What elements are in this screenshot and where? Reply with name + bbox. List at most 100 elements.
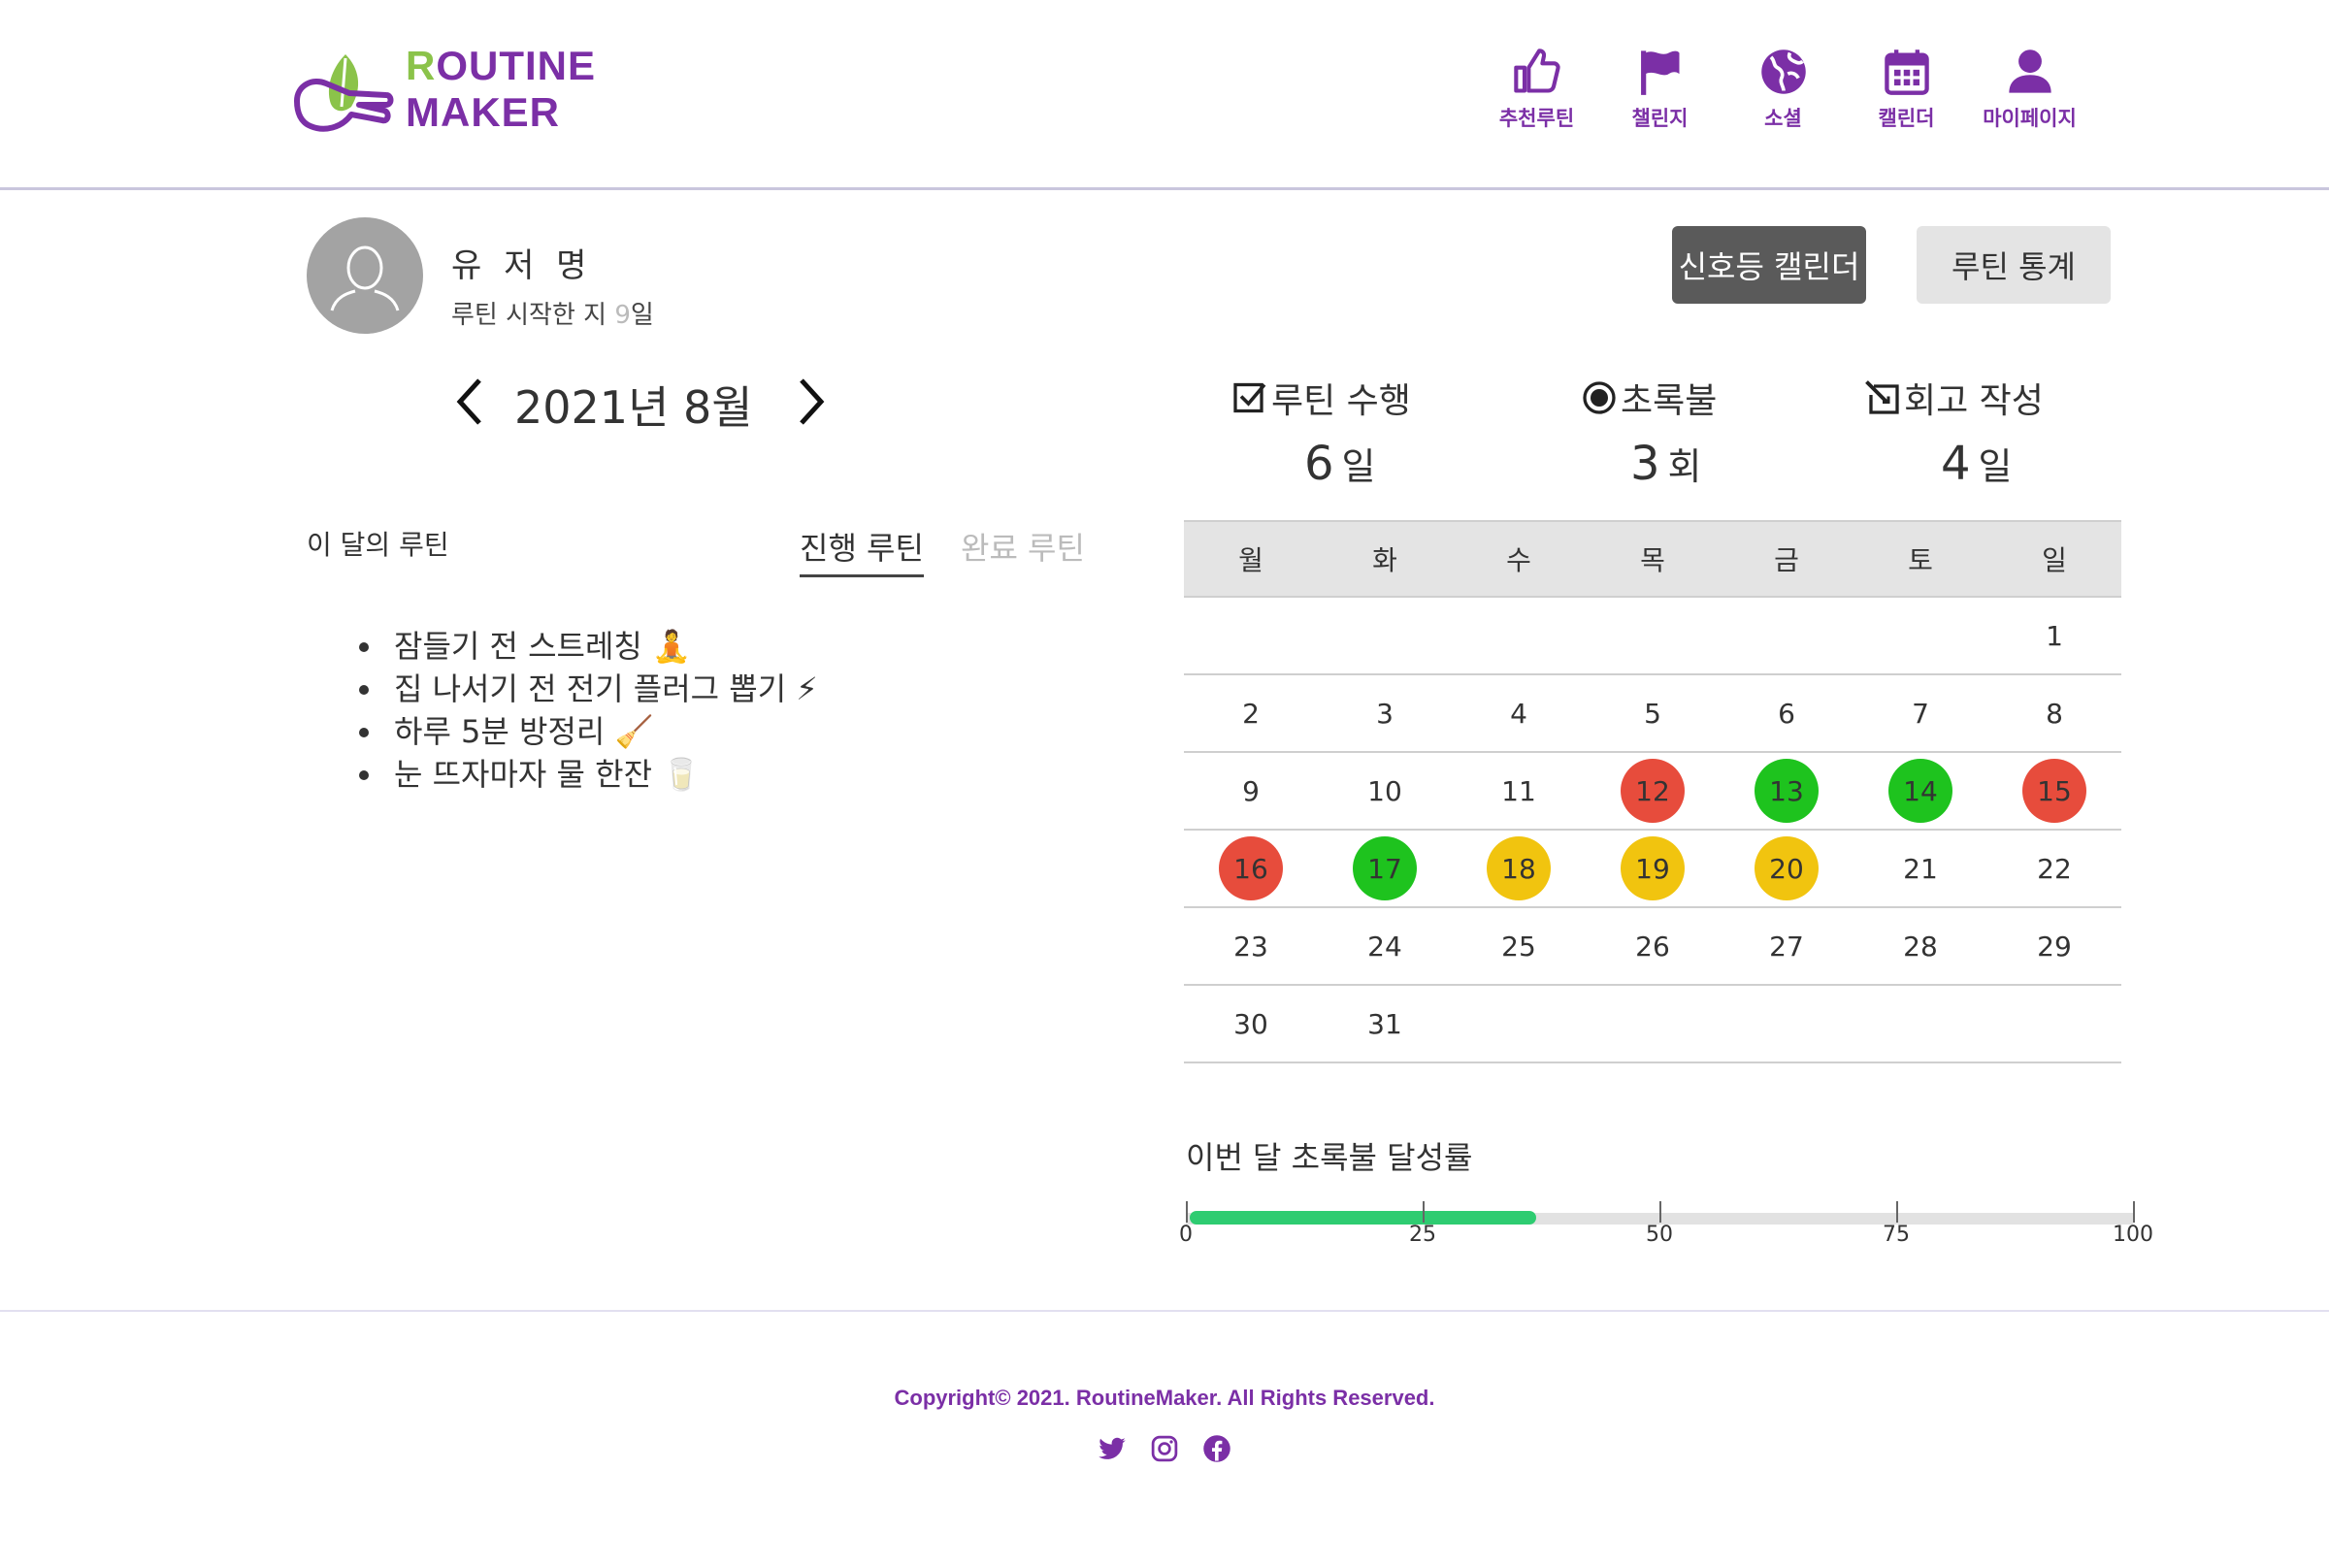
calendar-day	[1487, 992, 1551, 1056]
calendar-day-cell[interactable]: 26	[1586, 908, 1720, 984]
calendar-day-cell[interactable]: 30	[1184, 986, 1318, 1062]
calendar-day-cell[interactable]: 1	[1987, 598, 2121, 673]
calendar-day: 22	[2037, 852, 2072, 885]
calendar-day-cell[interactable]: 2	[1184, 675, 1318, 751]
calendar-day: 10	[1367, 774, 1402, 807]
calendar-day: 7	[1912, 697, 1929, 730]
calendar-day-cell[interactable]: 28	[1853, 908, 1987, 984]
list-item[interactable]: 눈 뜨자마자 물 한잔 🥛	[359, 753, 818, 796]
user-name: 유 저 명	[451, 246, 593, 285]
social-links	[0, 1434, 2329, 1463]
routine-maker-logo[interactable]: ROUTINE MAKER	[291, 43, 595, 140]
next-month-button[interactable]	[792, 375, 831, 429]
routine-since-suffix: 일	[630, 301, 654, 330]
calendar-day-green-light: 13	[1755, 759, 1819, 823]
edit-icon	[1865, 380, 1899, 414]
calendar-day-red-light: 15	[2022, 759, 2086, 823]
calendar-day-cell[interactable]: 12	[1586, 753, 1720, 829]
user-silhouette-icon	[330, 245, 400, 311]
calendar-day	[1888, 604, 1952, 668]
calendar-day-cell[interactable]: 21	[1853, 831, 1987, 906]
nav-social[interactable]: 소셜	[1722, 47, 1845, 132]
logo-letter-r: R	[406, 43, 437, 88]
calendar-day-cell[interactable]: 18	[1452, 831, 1586, 906]
nav-calendar[interactable]: 캘린더	[1845, 47, 1968, 132]
twitter-icon[interactable]	[1098, 1434, 1127, 1463]
calendar-day-cell[interactable]: 22	[1987, 831, 2121, 906]
calendar-day: 21	[1903, 852, 1938, 885]
calendar-day-green-light: 17	[1353, 836, 1417, 900]
calendar-day	[1755, 992, 1819, 1056]
calendar-day-cell[interactable]: 17	[1318, 831, 1452, 906]
calendar-day-cell[interactable]: 8	[1987, 675, 2121, 751]
nav-challenge[interactable]: 챌린지	[1598, 47, 1722, 132]
calendar-day-cell[interactable]: 29	[1987, 908, 2121, 984]
nav-mypage[interactable]: 마이페이지	[1968, 47, 2091, 132]
calendar-day-cell[interactable]: 24	[1318, 908, 1452, 984]
routine-list: 잠들기 전 스트레칭 🧘 집 나서기 전 전기 플러그 뽑기 ⚡ 하루 5분 방…	[359, 625, 818, 796]
progress-tick-label: 100	[2113, 1223, 2153, 1247]
logo-text: ROUTINE MAKER	[406, 43, 596, 136]
header: ROUTINE MAKER 추천루틴 챌린지 소셜 캘린더 마이페이지	[0, 0, 2329, 190]
calendar-day: 4	[1510, 697, 1527, 730]
stat-label: 초록불	[1621, 381, 1718, 421]
calendar-day-cell[interactable]: 10	[1318, 753, 1452, 829]
calendar-day-cell[interactable]: 4	[1452, 675, 1586, 751]
calendar-day-cell[interactable]: 11	[1452, 753, 1586, 829]
progress-tick	[1659, 1201, 1661, 1223]
calendar-day-cell[interactable]: 31	[1318, 986, 1452, 1062]
calendar-day-cell[interactable]: 14	[1853, 753, 1987, 829]
calendar-day-cell[interactable]: 6	[1720, 675, 1853, 751]
progress-tick	[1186, 1201, 1188, 1223]
tab-in-progress[interactable]: 진행 루틴	[800, 524, 924, 577]
tab-completed[interactable]: 완료 루틴	[961, 524, 1085, 574]
calendar-day-cell[interactable]: 3	[1318, 675, 1452, 751]
calendar-day-cell	[1586, 598, 1720, 673]
calendar-day-cell[interactable]: 20	[1720, 831, 1853, 906]
calendar-day: 25	[1501, 930, 1536, 963]
prev-month-button[interactable]	[450, 375, 489, 429]
calendar-day-cell[interactable]: 13	[1720, 753, 1853, 829]
calendar-day-cell	[1853, 986, 1987, 1062]
calendar-day-cell[interactable]: 25	[1452, 908, 1586, 984]
calendar-day-cell[interactable]: 16	[1184, 831, 1318, 906]
calendar-day-cell[interactable]: 9	[1184, 753, 1318, 829]
calendar-day-cell	[1452, 986, 1586, 1062]
copyright: Copyright© 2021. RoutineMaker. All Right…	[894, 1386, 1435, 1410]
calendar-day-cell[interactable]: 5	[1586, 675, 1720, 751]
calendar-day: 3	[1376, 697, 1394, 730]
calendar-day: 1	[2046, 619, 2063, 652]
calendar-day-cell	[1987, 986, 2121, 1062]
weekday-label: 목	[1640, 544, 1665, 576]
calendar-day-cell[interactable]: 23	[1184, 908, 1318, 984]
list-item[interactable]: 집 나서기 전 전기 플러그 뽑기 ⚡	[359, 668, 818, 710]
nav-label: 캘린더	[1878, 107, 1935, 130]
list-item[interactable]: 잠들기 전 스트레칭 🧘	[359, 625, 818, 668]
calendar-day-cell[interactable]: 15	[1987, 753, 2121, 829]
chevron-left-icon	[456, 378, 481, 425]
globe-icon	[1760, 49, 1806, 94]
nav-label: 추천루틴	[1498, 107, 1575, 130]
calendar-day	[1621, 604, 1685, 668]
instagram-icon[interactable]	[1150, 1434, 1179, 1463]
weekday-label: 화	[1372, 544, 1397, 576]
calendar-day	[1487, 604, 1551, 668]
calendar-day	[2022, 992, 2086, 1056]
calendar-day-yellow-light: 19	[1621, 836, 1685, 900]
calendar-day-cell[interactable]: 7	[1853, 675, 1987, 751]
calendar-day-cell[interactable]: 19	[1586, 831, 1720, 906]
stat-unit: 일	[1978, 445, 2013, 488]
avatar[interactable]	[307, 217, 423, 334]
calendar-day	[1888, 992, 1952, 1056]
facebook-icon[interactable]	[1202, 1434, 1231, 1463]
green-light-progress-bar: 0 25 50 75 100	[1179, 1199, 2153, 1258]
routine-stats-button[interactable]: 루틴 통계	[1917, 226, 2111, 304]
nav-recommended-routine[interactable]: 추천루틴	[1475, 47, 1598, 132]
calendar-icon	[1884, 49, 1929, 95]
calendar-day-cell[interactable]: 27	[1720, 908, 1853, 984]
routine-since: 루틴 시작한 지 9일	[451, 295, 654, 331]
signal-calendar-button[interactable]: 신호등 캘린더	[1672, 226, 1866, 304]
weekday-label: 일	[2042, 544, 2067, 576]
calendar-day	[1219, 604, 1283, 668]
list-item[interactable]: 하루 5분 방정리 🧹	[359, 710, 818, 753]
